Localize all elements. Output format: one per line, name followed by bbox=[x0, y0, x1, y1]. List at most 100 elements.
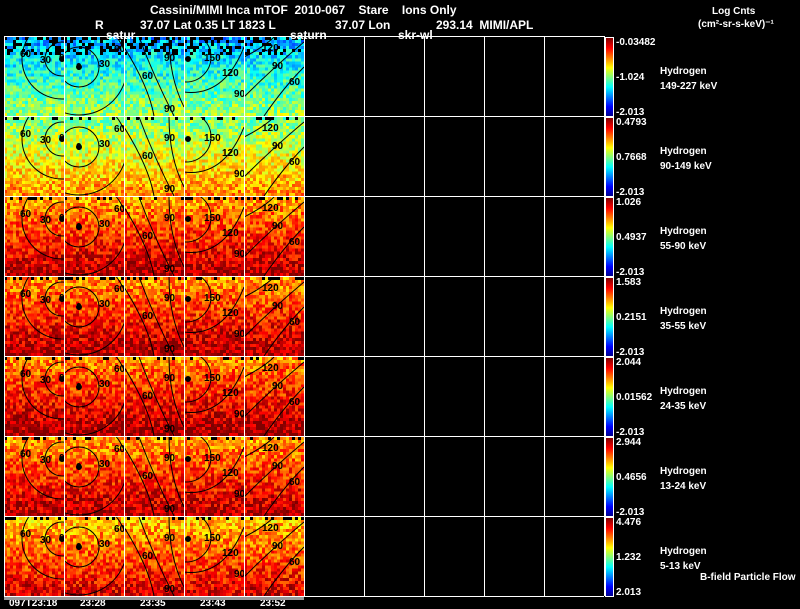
heatmap-panel: 150 120 90 bbox=[184, 357, 244, 436]
colorbar-mid: 0.4937 bbox=[616, 232, 647, 243]
contour-label: 150 bbox=[204, 133, 221, 144]
contour-lines: 6030 0 bbox=[20, 517, 64, 580]
contour-label: 150 bbox=[204, 293, 221, 304]
contour-label: 60 bbox=[114, 44, 124, 55]
row-energy: 24-35 keV bbox=[660, 401, 707, 412]
plot-title: Cassini/MIMI Inca mTOF 2010-067 Stare Io… bbox=[150, 3, 457, 17]
contour-label: 120 bbox=[222, 548, 239, 559]
contour-lines: 6030 0 bbox=[20, 357, 64, 420]
contour-label: 60 bbox=[142, 71, 154, 82]
inca-plot: Cassini/MIMI Inca mTOF 2010-067 Stare Io… bbox=[0, 0, 800, 609]
contour-label: 90 bbox=[272, 141, 284, 152]
contour-label: 120 bbox=[222, 468, 239, 479]
heatmap-panel: 0 30 60 bbox=[64, 197, 124, 276]
heatmap-panel: 60 30 0 bbox=[4, 197, 64, 276]
colorbar-max: 2.044 bbox=[616, 357, 642, 368]
contour-lines: 0 3060 bbox=[64, 117, 124, 196]
contour-label: 60 bbox=[114, 364, 124, 375]
heatmap-panel: 90 60 90 bbox=[124, 277, 184, 356]
contour-lines: 6030 0 bbox=[20, 437, 64, 500]
colorbar bbox=[605, 277, 614, 357]
colorbar-mid: 0.7668 bbox=[616, 152, 647, 163]
contour-lines: 0 3060 bbox=[64, 357, 124, 436]
contour-label: 90 bbox=[272, 541, 284, 552]
contour-label: 0 bbox=[76, 302, 82, 313]
contour-label: 60 bbox=[142, 311, 154, 322]
lon-label: 37.07 Lon bbox=[335, 18, 391, 32]
col-divider bbox=[424, 36, 425, 596]
overlay-skr: skr-wl bbox=[398, 28, 433, 42]
contour-lines: 120 90 60 bbox=[244, 357, 304, 436]
contour-lines: 120 90 60 bbox=[244, 117, 304, 196]
contour-lines: 150120 90 bbox=[184, 117, 244, 180]
contour-label: 60 bbox=[142, 471, 154, 482]
heatmap-panel: 90 60 90 bbox=[124, 437, 184, 516]
contour-label: 60 bbox=[114, 204, 124, 215]
colorbar-max: 0.4793 bbox=[616, 117, 647, 128]
contour-label: 90 bbox=[164, 453, 176, 464]
contour-label: 90 bbox=[164, 133, 176, 144]
heatmap-panel: 60 30 0 bbox=[4, 357, 64, 436]
col-divider bbox=[544, 36, 545, 596]
contour-label: 90 bbox=[272, 61, 284, 72]
heatmap-panel: 120 90 60 bbox=[244, 117, 304, 196]
contour-label: 150 bbox=[204, 453, 221, 464]
contour-label: 90 bbox=[272, 301, 284, 312]
contour-label: 120 bbox=[222, 228, 239, 239]
contour-label: 60 bbox=[114, 524, 124, 535]
contour-label: 90 bbox=[272, 461, 284, 472]
contour-lines: 90 60 90 bbox=[124, 37, 184, 116]
contour-label: 60 bbox=[289, 77, 301, 88]
contour-label: 60 bbox=[20, 289, 32, 300]
contour-label: 90 bbox=[272, 221, 284, 232]
row-species: Hydrogen bbox=[660, 306, 707, 317]
heatmap-panel: 120 90 60 bbox=[244, 197, 304, 276]
x-tick-label: 23:28 bbox=[80, 598, 106, 609]
contour-label: 60 bbox=[20, 529, 32, 540]
contour-lines: 150120 90 bbox=[184, 357, 244, 420]
contour-label: 90 bbox=[164, 533, 176, 544]
heatmap-panel: 60 30 0 bbox=[4, 37, 64, 116]
heatmap-panel: 90 60 90 bbox=[124, 37, 184, 116]
contour-lines: 120 90 60 bbox=[244, 37, 304, 116]
heatmap-panel: 120 90 60 bbox=[244, 517, 304, 596]
contour-label: 120 bbox=[222, 148, 239, 159]
contour-label: 30 bbox=[99, 59, 111, 70]
contour-label: 60 bbox=[142, 231, 154, 242]
contour-label: 0 bbox=[76, 382, 82, 393]
contour-label: 90 bbox=[234, 569, 244, 580]
heatmap-panel: 150 120 90 bbox=[184, 437, 244, 516]
contour-label: 90 bbox=[234, 169, 244, 180]
contour-label: 120 bbox=[262, 363, 279, 374]
heatmap-panel: 0 30 60 bbox=[64, 437, 124, 516]
col-divider bbox=[124, 36, 125, 596]
heatmap-panel: 0 30 60 bbox=[64, 37, 124, 116]
row-energy: 13-24 keV bbox=[660, 481, 707, 492]
contour-label: 30 bbox=[40, 135, 52, 146]
footer-label: B-field Particle Flow bbox=[700, 572, 796, 583]
contour-label: 60 bbox=[142, 151, 154, 162]
col-divider bbox=[4, 36, 5, 596]
contour-label: 90 bbox=[234, 329, 244, 340]
contour-label: 90 bbox=[164, 293, 176, 304]
contour-lines: 0 3060 bbox=[64, 277, 124, 356]
contour-label: 90 bbox=[272, 381, 284, 392]
contour-label: 0 bbox=[76, 62, 82, 73]
colorbar-mid: 0.2151 bbox=[616, 312, 647, 323]
heatmap-panel: 0 30 60 bbox=[64, 277, 124, 356]
contour-lines: 6030 0 bbox=[20, 117, 64, 180]
lon-value: 293.14 MIMI/APL bbox=[436, 18, 534, 32]
time-axis-bar bbox=[4, 597, 304, 600]
heatmap-panel: 150 120 90 bbox=[184, 37, 244, 116]
contour-label: 90 bbox=[164, 424, 176, 435]
heatmap-panel: 60 30 0 bbox=[4, 517, 64, 596]
row-energy: 90-149 keV bbox=[660, 161, 712, 172]
units-line2: (cm²-sr-s-keV)⁻¹ bbox=[698, 19, 774, 30]
contour-label: 60 bbox=[142, 391, 154, 402]
contour-label: 90 bbox=[164, 584, 176, 595]
contour-label: 90 bbox=[164, 53, 176, 64]
contour-label: 60 bbox=[114, 124, 124, 135]
contour-label: 90 bbox=[234, 489, 244, 500]
contour-lines: 0 3060 bbox=[64, 37, 124, 116]
contour-label: 30 bbox=[40, 215, 52, 226]
